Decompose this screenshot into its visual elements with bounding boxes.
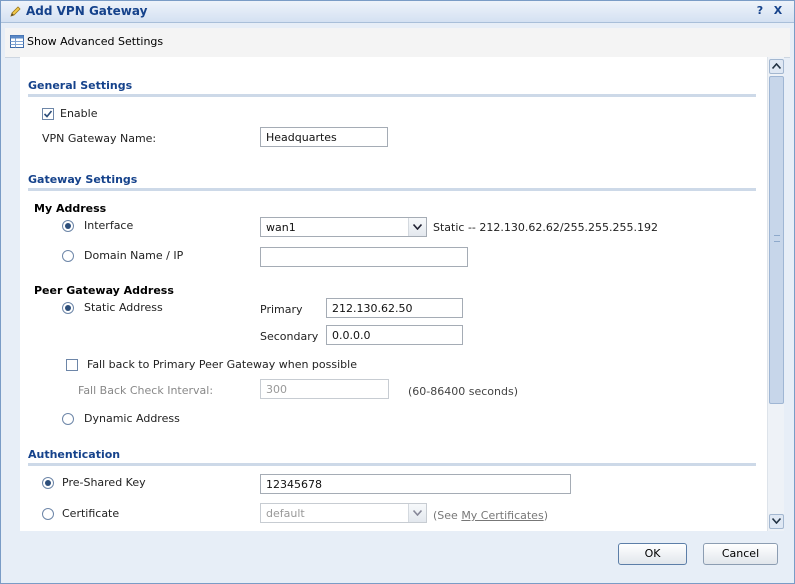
my-address-heading: My Address: [34, 202, 107, 215]
chevron-down-icon: [772, 518, 781, 524]
form-content: General Settings Enable VPN Gateway Name…: [20, 57, 767, 531]
dynamic-address-label: Dynamic Address: [84, 412, 180, 425]
cancel-button[interactable]: Cancel: [703, 543, 778, 565]
primary-label: Primary: [260, 303, 303, 316]
section-divider: [28, 463, 756, 466]
enable-label: Enable: [60, 107, 98, 120]
vertical-scrollbar[interactable]: [767, 57, 784, 531]
scroll-down-button[interactable]: [769, 514, 784, 529]
chevron-down-icon: [408, 504, 426, 522]
my-certificates-link[interactable]: My Certificates: [461, 509, 543, 522]
fallback-interval-label: Fall Back Check Interval:: [78, 384, 214, 397]
certificate-select[interactable]: default: [260, 503, 427, 523]
certificate-radio[interactable]: [42, 508, 54, 520]
interface-status-text: Static -- 212.130.62.62/255.255.255.192: [433, 221, 659, 234]
chevron-up-icon: [772, 63, 781, 69]
fallback-checkbox[interactable]: [66, 359, 78, 371]
gateway-settings-heading: Gateway Settings: [28, 173, 138, 186]
close-button[interactable]: X: [771, 4, 785, 18]
scrollbar-thumb[interactable]: [769, 76, 784, 404]
interface-radio[interactable]: [62, 220, 74, 232]
certificate-label: Certificate: [62, 507, 120, 520]
interface-select[interactable]: wan1: [260, 217, 427, 237]
vpn-gateway-name-input[interactable]: Headquartes: [260, 127, 388, 147]
interface-label: Interface: [84, 219, 134, 232]
secondary-label: Secondary: [260, 330, 319, 343]
help-button[interactable]: ?: [753, 4, 767, 18]
dialog-title: Add VPN Gateway: [26, 4, 148, 18]
domain-name-label: Domain Name / IP: [84, 249, 184, 262]
chevron-down-icon: [408, 218, 426, 236]
domain-name-radio[interactable]: [62, 250, 74, 262]
peer-gateway-address-heading: Peer Gateway Address: [34, 284, 174, 297]
primary-address-input[interactable]: 212.130.62.50: [326, 298, 463, 318]
pencil-edit-icon: [9, 5, 22, 18]
add-vpn-gateway-dialog: Add VPN Gateway ? X Show Advanced Settin…: [0, 0, 795, 584]
certificate-select-value: default: [266, 507, 305, 520]
general-settings-heading: General Settings: [28, 79, 133, 92]
ok-button[interactable]: OK: [618, 543, 687, 565]
scroll-up-button[interactable]: [769, 59, 784, 74]
toolbar: Show Advanced Settings: [5, 28, 790, 58]
pre-shared-key-radio[interactable]: [42, 477, 54, 489]
section-divider: [28, 94, 756, 97]
grip-icon: [774, 235, 780, 242]
vpn-gateway-name-label: VPN Gateway Name:: [42, 132, 157, 145]
fallback-interval-input[interactable]: 300: [260, 379, 389, 399]
dialog-footer: OK Cancel: [1, 532, 794, 582]
dynamic-address-radio[interactable]: [62, 413, 74, 425]
domain-name-input[interactable]: [260, 247, 468, 267]
title-bar: Add VPN Gateway ? X: [1, 1, 794, 23]
interface-select-value: wan1: [266, 221, 296, 234]
pre-shared-key-label: Pre-Shared Key: [62, 476, 146, 489]
pre-shared-key-input[interactable]: 12345678: [260, 474, 571, 494]
see-my-certificates-text: (See My Certificates): [433, 509, 548, 522]
show-advanced-settings-label: Show Advanced Settings: [27, 35, 164, 48]
section-divider: [28, 188, 756, 191]
see-suffix: ): [543, 509, 548, 522]
fallback-interval-hint: (60-86400 seconds): [408, 385, 518, 398]
authentication-heading: Authentication: [28, 448, 121, 461]
secondary-address-input[interactable]: 0.0.0.0: [326, 325, 463, 345]
static-address-label: Static Address: [84, 301, 163, 314]
enable-checkbox[interactable]: [42, 108, 54, 120]
static-address-radio[interactable]: [62, 302, 74, 314]
settings-table-icon: [10, 35, 24, 48]
fallback-label: Fall back to Primary Peer Gateway when p…: [87, 358, 357, 371]
see-prefix: (See: [433, 509, 462, 522]
